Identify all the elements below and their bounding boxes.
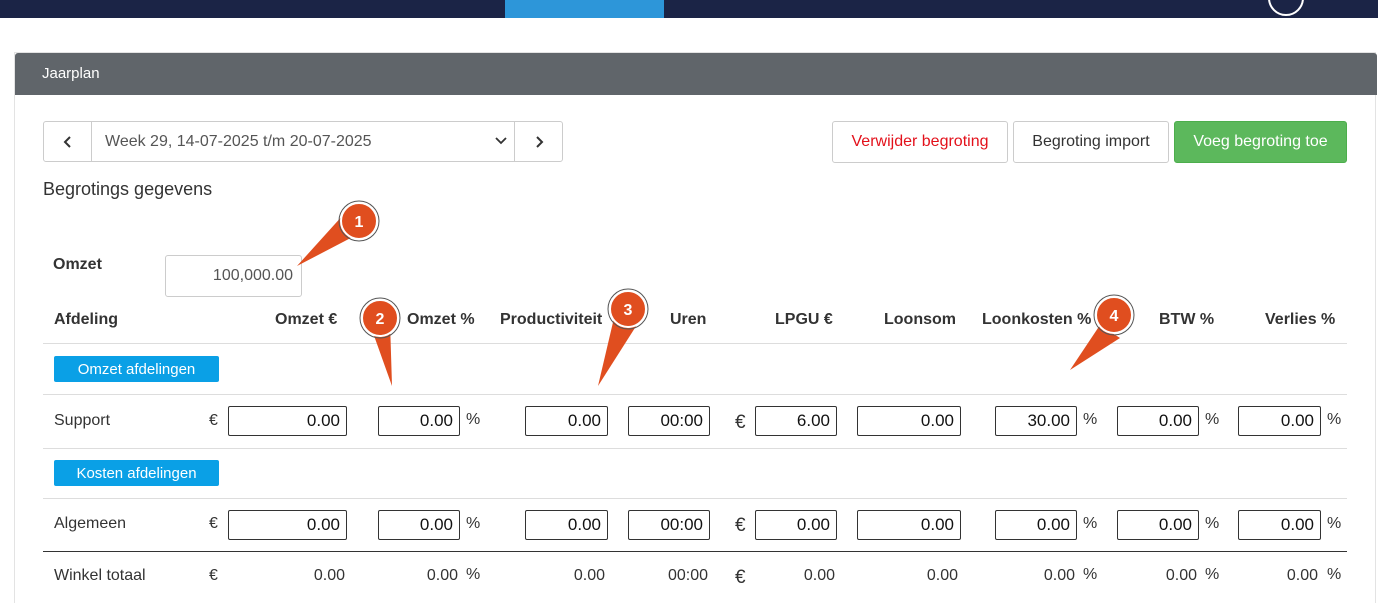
- callout-1-label: 1: [355, 214, 364, 231]
- callout-2-label: 2: [376, 311, 385, 328]
- callout-2: 2: [359, 297, 401, 386]
- callout-1: 1: [297, 200, 380, 266]
- callout-4-label: 4: [1110, 308, 1119, 325]
- callout-3-label: 3: [624, 302, 633, 319]
- callout-3: 3: [598, 288, 649, 386]
- callout-4: 4: [1070, 294, 1135, 370]
- callout-overlay: 1 2 3 4: [297, 200, 1135, 386]
